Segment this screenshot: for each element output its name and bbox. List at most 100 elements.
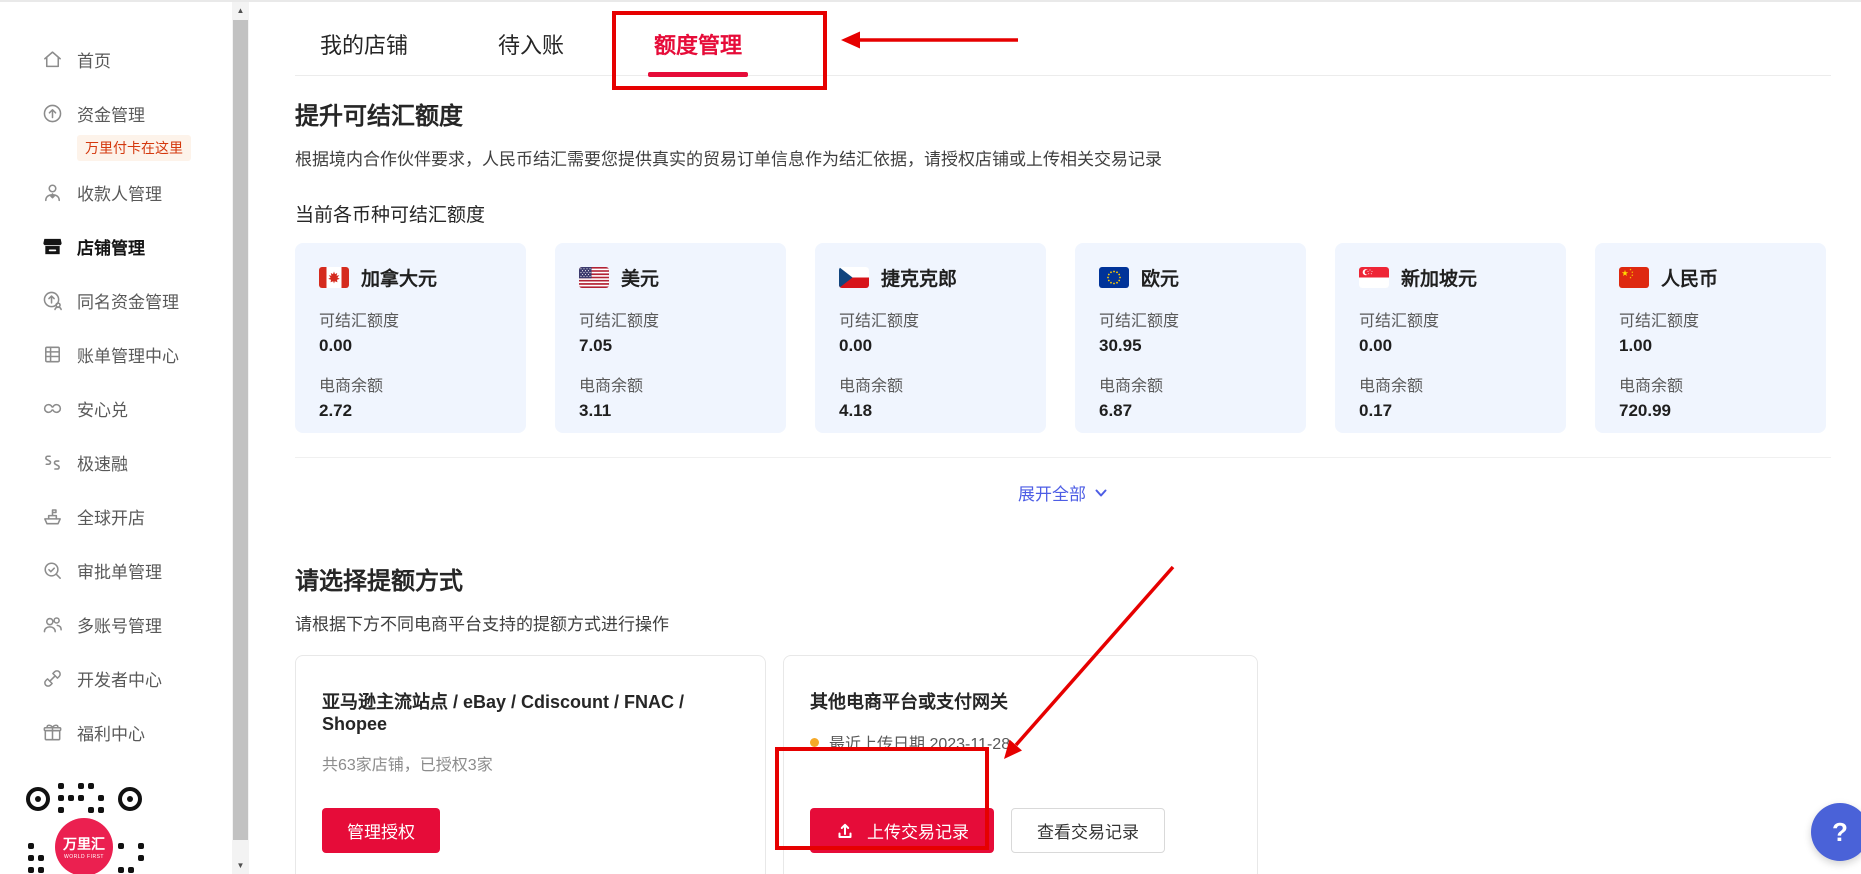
quota-value: 1.00	[1619, 336, 1802, 356]
flag-canada-icon	[319, 267, 349, 288]
currency-card-cny: 人民币 可结汇额度 1.00 电商余额 720.99	[1595, 243, 1826, 433]
currency-card-sgd: 新加坡元 可结汇额度 0.00 电商余额 0.17	[1335, 243, 1566, 433]
currency-name: 捷克克郎	[881, 264, 957, 291]
quota-section-title: 提升可结汇额度	[295, 96, 1831, 131]
sidebar-item-safe-exchange[interactable]: 安心兑	[0, 381, 232, 435]
quota-label: 可结汇额度	[319, 307, 502, 331]
sidebar-item-label: 极速融	[77, 450, 128, 475]
sidebar-nav: 首页 资金管理 万里付卡在这里 收款人管理 店铺管理 同名资金管理 账单管理中心…	[0, 2, 232, 874]
view-transaction-records-button[interactable]: 查看交易记录	[1011, 808, 1165, 853]
flag-us-icon	[579, 267, 609, 288]
qr-dot	[58, 807, 64, 813]
quota-value: 0.00	[319, 336, 502, 356]
quota-section-description: 根据境内合作伙伴要求，人民币结汇需要您提供真实的贸易订单信息作为结汇依据，请授权…	[295, 145, 1831, 170]
quota-label: 可结汇额度	[1359, 307, 1542, 331]
sidebar-item-label: 开发者中心	[77, 666, 162, 691]
sidebar-item-approval[interactable]: 审批单管理	[0, 543, 232, 597]
quota-label: 可结汇额度	[579, 307, 762, 331]
flag-china-icon	[1619, 267, 1649, 288]
sidebar-item-label: 福利中心	[77, 720, 145, 745]
method-section-description: 请根据下方不同电商平台支持的提额方式进行操作	[295, 610, 1831, 635]
sidebar-item-benefits[interactable]: 福利中心	[0, 705, 232, 759]
currency-card-list: 加拿大元 可结汇额度 0.00 电商余额 2.72 美元 可结汇额度 7.	[295, 243, 1831, 433]
approval-icon	[40, 558, 64, 582]
sidebar-item-developer[interactable]: 开发者中心	[0, 651, 232, 705]
qr-dot	[98, 807, 104, 813]
sidebar-item-payee[interactable]: 收款人管理	[0, 165, 232, 219]
upload-icon	[835, 821, 855, 841]
sidebar-item-fast-financing[interactable]: 极速融	[0, 435, 232, 489]
payee-icon	[40, 180, 64, 204]
sidebar-item-bill-center[interactable]: 账单管理中心	[0, 327, 232, 381]
global-store-icon	[40, 504, 64, 528]
qr-dot	[28, 855, 34, 861]
qr-dot	[78, 783, 84, 789]
sidebar-item-multi-account[interactable]: 多账号管理	[0, 597, 232, 651]
qr-dot	[98, 795, 104, 801]
orange-bullet-dot	[810, 738, 819, 747]
balance-label: 电商余额	[839, 372, 1022, 396]
scrollbar-thumb[interactable]	[233, 20, 248, 840]
multi-account-icon	[40, 612, 64, 636]
flag-czech-icon	[839, 267, 869, 288]
qr-dot	[38, 855, 44, 861]
currency-name: 新加坡元	[1401, 264, 1477, 291]
sidebar-item-label: 多账号管理	[77, 612, 162, 637]
sidebar-item-label: 全球开店	[77, 504, 145, 529]
method-card-title: 其他电商平台或支付网关	[810, 688, 1231, 714]
method-card-title: 亚马逊主流站点 / eBay / Cdiscount / FNAC / Shop…	[322, 688, 739, 735]
qr-dot	[118, 843, 124, 849]
help-button[interactable]: ?	[1811, 803, 1861, 861]
tab-my-shops[interactable]: 我的店铺	[320, 28, 408, 75]
upload-transaction-records-button[interactable]: 上传交易记录	[810, 808, 994, 853]
qr-dot	[128, 867, 134, 873]
scrollbar-down-arrow[interactable]: ▼	[232, 857, 249, 874]
quota-value: 7.05	[579, 336, 762, 356]
sidebar-item-home[interactable]: 首页	[0, 32, 232, 86]
main-content: 我的店铺 待入账 额度管理 提升可结汇额度 根据境内合作伙伴要求，人民币结汇需要…	[249, 2, 1861, 874]
qr-dot	[138, 855, 144, 861]
developer-icon	[40, 666, 64, 690]
manage-authorization-button[interactable]: 管理授权	[322, 808, 440, 853]
quota-management-page: 首页 资金管理 万里付卡在这里 收款人管理 店铺管理 同名资金管理 账单管理中心…	[0, 0, 1861, 874]
fast-financing-icon	[40, 450, 64, 474]
home-icon	[40, 47, 64, 71]
qr-dot	[118, 867, 124, 873]
sidebar-item-funds[interactable]: 资金管理	[0, 86, 232, 140]
qr-finder-pattern	[26, 787, 50, 811]
tab-quota-management[interactable]: 额度管理	[654, 28, 742, 75]
sidebar-item-label: 收款人管理	[77, 180, 162, 205]
quota-value: 30.95	[1099, 336, 1282, 356]
qr-dot	[28, 843, 34, 849]
method-section-title: 请选择提额方式	[295, 561, 1831, 596]
tab-bar: 我的店铺 待入账 额度管理	[295, 2, 1831, 76]
method-card-other-platforms: 其他电商平台或支付网关 最近上传日期 2023-11-28 上传交易记录 查看交…	[783, 655, 1258, 874]
scrollbar-up-arrow[interactable]: ▲	[232, 2, 249, 19]
expand-all-link[interactable]: 展开全部	[1018, 480, 1108, 505]
sidebar-scrollbar[interactable]: ▲ ▼	[232, 2, 249, 874]
sidebar-item-label: 首页	[77, 47, 111, 72]
quota-value: 0.00	[1359, 336, 1542, 356]
funds-promo-tag: 万里付卡在这里	[77, 135, 191, 161]
currency-card-cad: 加拿大元 可结汇额度 0.00 电商余额 2.72	[295, 243, 526, 433]
sidebar-item-label: 账单管理中心	[77, 342, 179, 367]
qr-dot	[78, 795, 84, 801]
safe-exchange-icon	[40, 396, 64, 420]
sidebar-item-same-name-funds[interactable]: 同名资金管理	[0, 273, 232, 327]
qr-dot	[138, 843, 144, 849]
funds-icon	[40, 101, 64, 125]
qr-dot	[38, 867, 44, 873]
tab-pending-funds[interactable]: 待入账	[498, 28, 564, 75]
worldfirst-logo: 万里汇 WORLD FIRST	[55, 818, 113, 874]
qr-dot	[58, 783, 64, 789]
qr-dot	[58, 795, 64, 801]
flag-singapore-icon	[1359, 267, 1389, 288]
currency-card-eur: 欧元 可结汇额度 30.95 电商余额 6.87	[1075, 243, 1306, 433]
sidebar-item-global-store[interactable]: 全球开店	[0, 489, 232, 543]
sidebar-item-shops[interactable]: 店铺管理	[0, 219, 232, 273]
last-upload-date: 最近上传日期 2023-11-28	[829, 730, 1010, 754]
sidebar-item-label: 安心兑	[77, 396, 128, 421]
currency-card-usd: 美元 可结汇额度 7.05 电商余额 3.11	[555, 243, 786, 433]
method-card-subtitle: 共63家店铺，已授权3家	[322, 751, 739, 775]
flag-eu-icon	[1099, 267, 1129, 288]
